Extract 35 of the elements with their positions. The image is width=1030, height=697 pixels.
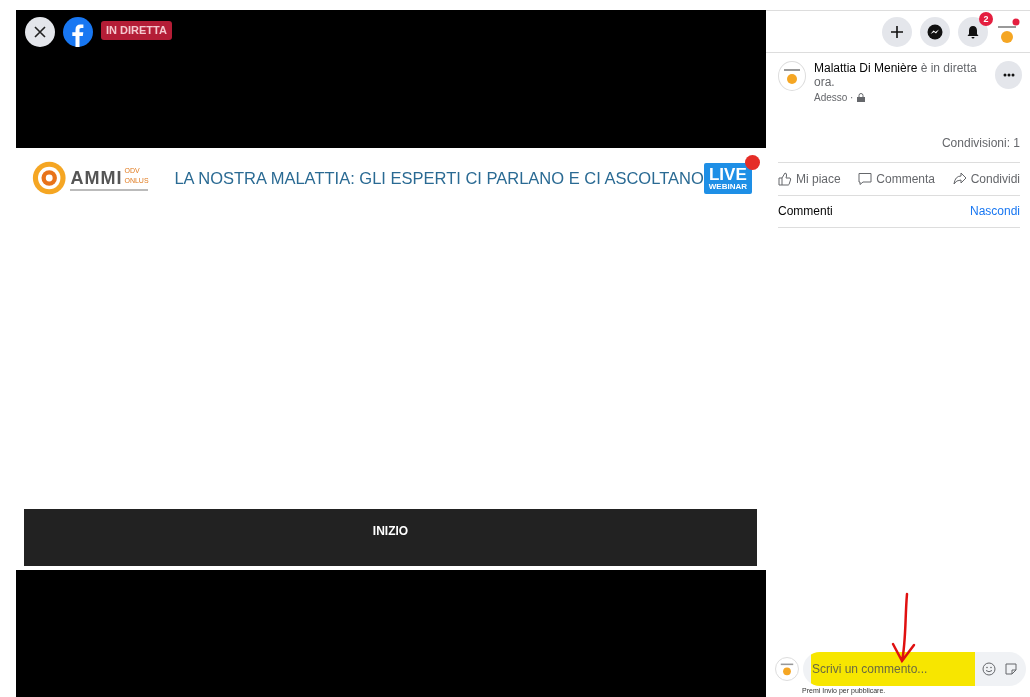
close-icon: [33, 25, 47, 39]
like-button[interactable]: Mi piace: [778, 169, 841, 188]
post-header-text: Malattia Di Menière è in diretta ora.: [813, 61, 978, 90]
notifications-button[interactable]: [958, 16, 988, 47]
more-options-button[interactable]: [995, 61, 1022, 89]
hide-comments-link[interactable]: Nascondi: [969, 202, 1020, 221]
shares-count: Condivisioni: 1: [940, 134, 1020, 152]
user-avatar-icon: [775, 657, 799, 681]
sticker-icon[interactable]: [1004, 662, 1018, 676]
webinar-badge: LIVE WEBINAR: [703, 162, 752, 194]
more-icon: [1002, 73, 1015, 77]
bell-icon: [966, 24, 980, 39]
close-button[interactable]: [25, 17, 55, 47]
logo-text: AMMI: [70, 168, 123, 187]
slide-section-bar: INIZIO: [24, 509, 757, 566]
comments-heading: Commenti: [778, 203, 833, 221]
share-arrow-icon: [952, 171, 967, 186]
create-button[interactable]: [882, 16, 912, 47]
post-time: Adesso ·: [813, 91, 854, 104]
emoji-icon[interactable]: [982, 662, 996, 676]
logo-icon[interactable]: [63, 17, 93, 47]
messenger-button[interactable]: [920, 16, 950, 47]
notification-count: 2: [979, 11, 993, 26]
plus-icon: [891, 25, 903, 38]
profile-avatar-icon[interactable]: [996, 17, 1020, 46]
slide-title: LA NOSTRA MALATTIA: GLI ESPERTI CI PARLANO E CI ASCOLTANO: [174, 167, 704, 189]
speech-bubble-icon: [858, 171, 873, 186]
lock-icon: [857, 93, 866, 103]
page-avatar-icon[interactable]: [778, 61, 806, 91]
chat-bubble-icon: [927, 23, 943, 40]
comment-button[interactable]: Commenta: [858, 169, 935, 188]
thumbs-up-icon: [778, 171, 792, 186]
share-button[interactable]: Condividi: [952, 169, 1020, 188]
live-badge: IN DIRETTA: [101, 21, 172, 40]
comment-field[interactable]: Scrivi un commento...: [803, 652, 1026, 686]
